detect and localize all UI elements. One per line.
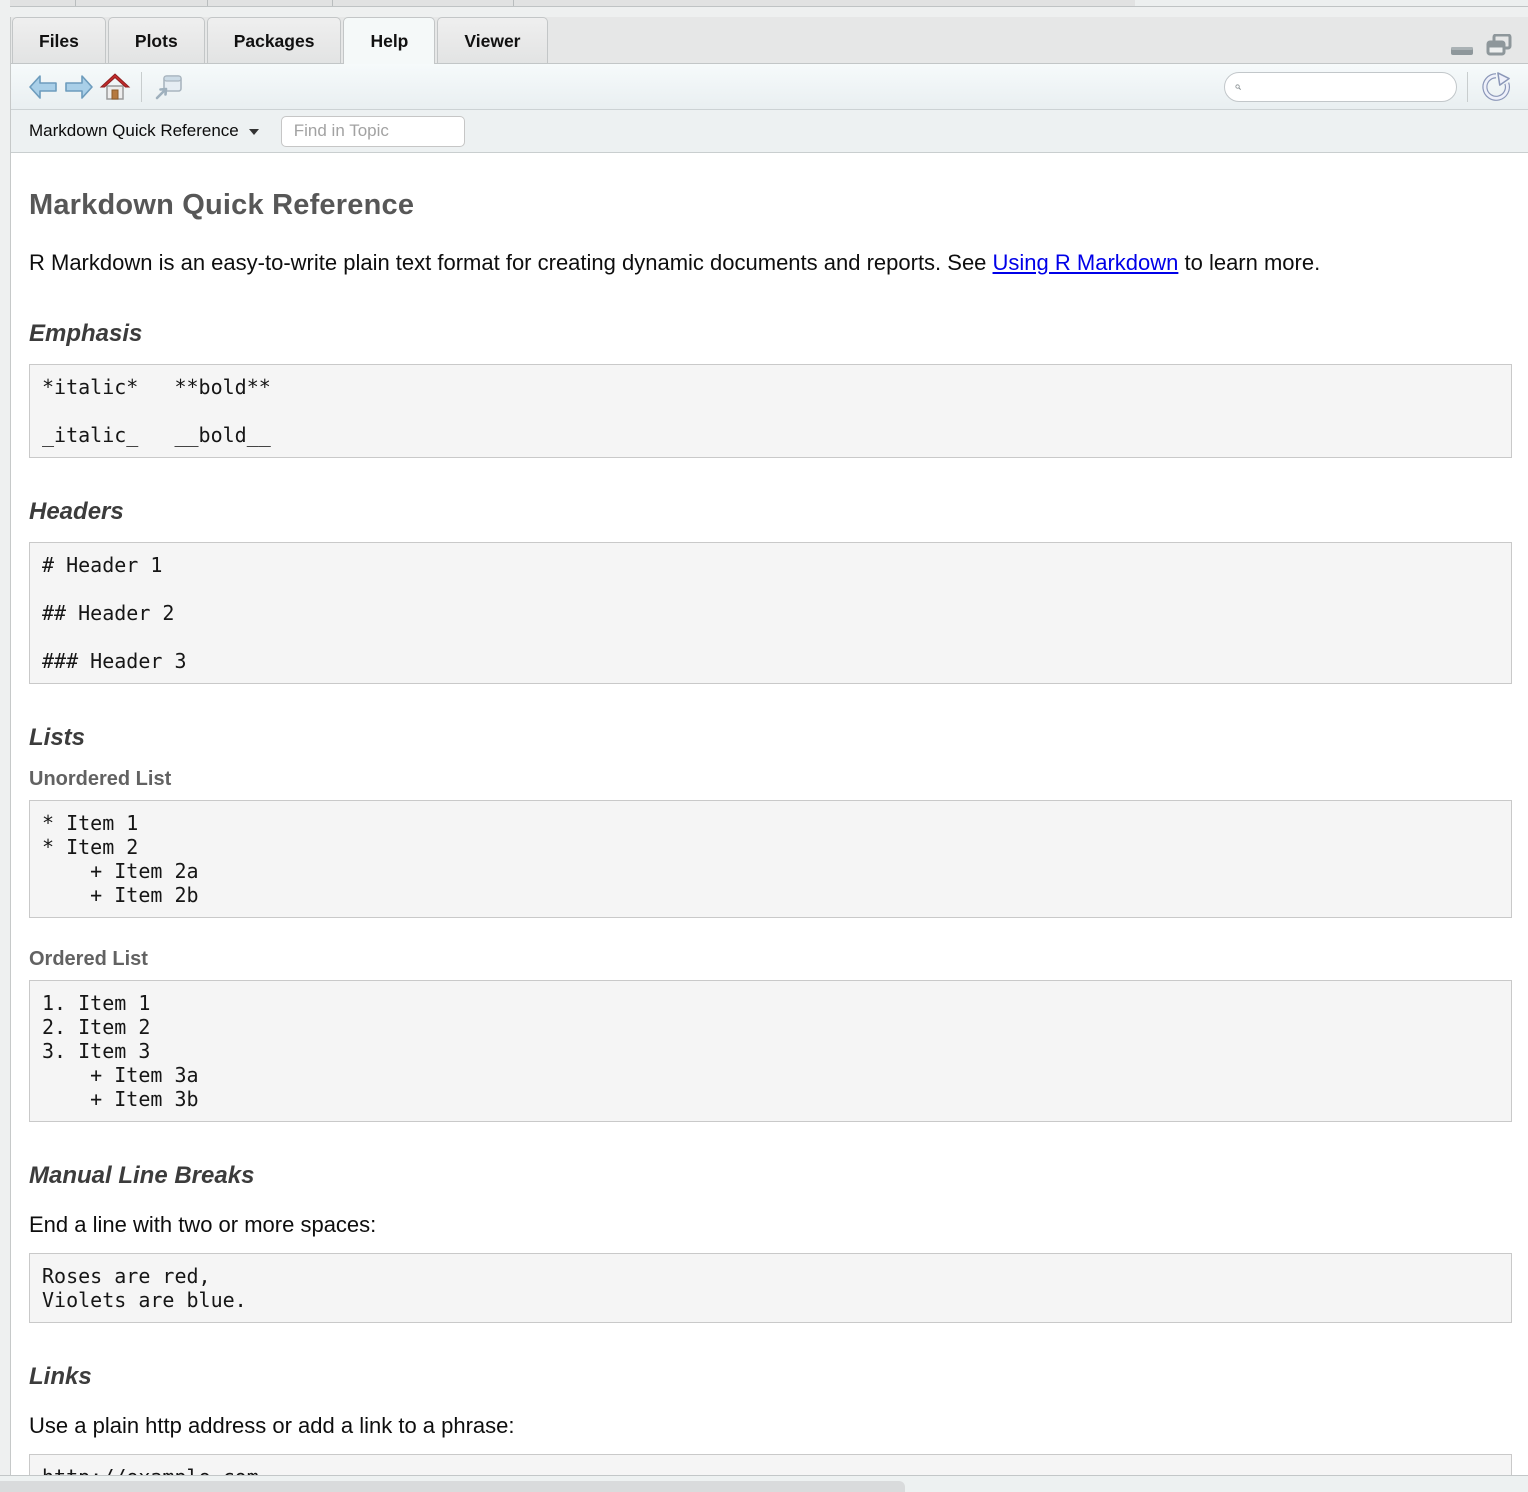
page-title: Markdown Quick Reference — [29, 189, 1512, 222]
toolbar-separator — [141, 72, 142, 102]
help-document: Markdown Quick Reference R Markdown is a… — [11, 153, 1528, 1475]
topic-bar: Markdown Quick Reference — [11, 110, 1528, 153]
forward-arrow-icon — [64, 74, 94, 100]
subheading-ordered-list: Ordered List — [29, 948, 1512, 971]
line-breaks-note: End a line with two or more spaces: — [29, 1212, 1512, 1238]
chevron-down-icon — [249, 129, 259, 135]
toolbar-separator — [1467, 72, 1468, 102]
tab-help-label: Help — [370, 31, 408, 52]
show-in-new-window-button[interactable] — [150, 70, 186, 104]
upper-tab-separator — [207, 0, 208, 6]
section-heading-lists: Lists — [29, 724, 1512, 752]
refresh-button[interactable] — [1478, 70, 1514, 104]
topic-dropdown-label: Markdown Quick Reference — [29, 121, 239, 141]
search-input[interactable] — [1247, 78, 1446, 95]
refresh-icon — [1481, 72, 1511, 102]
tab-packages-label: Packages — [234, 31, 315, 52]
upper-tab-separator — [513, 0, 514, 6]
help-toolbar — [11, 64, 1528, 110]
open-in-new-window-icon — [153, 73, 183, 101]
code-block-emphasis: *italic* **bold** _italic_ __bold__ — [29, 364, 1512, 458]
lower-pane-edge — [0, 1475, 1528, 1492]
maximize-pane-icon[interactable] — [1486, 34, 1512, 56]
back-arrow-icon — [28, 74, 58, 100]
home-button[interactable] — [97, 70, 133, 104]
lower-pane-edge-dark — [0, 1481, 905, 1492]
help-search-box[interactable] — [1224, 72, 1457, 102]
section-heading-emphasis: Emphasis — [29, 320, 1512, 348]
code-block-headers: # Header 1 ## Header 2 ### Header 3 — [29, 542, 1512, 684]
forward-button[interactable] — [61, 70, 97, 104]
tab-files[interactable]: Files — [12, 17, 106, 64]
upper-pane-edge-light — [1135, 0, 1528, 6]
tab-packages[interactable]: Packages — [207, 17, 342, 64]
section-heading-line-breaks: Manual Line Breaks — [29, 1162, 1512, 1190]
code-block-line-breaks: Roses are red, Violets are blue. — [29, 1253, 1512, 1323]
tab-plots[interactable]: Plots — [108, 17, 205, 64]
section-heading-links: Links — [29, 1363, 1512, 1391]
tab-plots-label: Plots — [135, 31, 178, 52]
intro-text-after: to learn more. — [1178, 250, 1320, 275]
tab-help[interactable]: Help — [343, 17, 435, 64]
code-block-unordered-list: * Item 1 * Item 2 + Item 2a + Item 2b — [29, 800, 1512, 918]
minimize-pane-icon[interactable] — [1450, 44, 1474, 56]
section-heading-headers: Headers — [29, 498, 1512, 526]
subheading-unordered-list: Unordered List — [29, 768, 1512, 791]
tab-viewer-label: Viewer — [464, 31, 520, 52]
code-block-links: http://example.com — [29, 1454, 1512, 1475]
home-icon — [99, 72, 131, 102]
search-icon — [1235, 78, 1241, 96]
help-pane: Files Plots Packages Help Viewer — [10, 17, 1528, 1475]
topic-dropdown[interactable]: Markdown Quick Reference — [29, 121, 259, 141]
using-r-markdown-link[interactable]: Using R Markdown — [993, 250, 1179, 275]
upper-tab-separator — [75, 0, 76, 6]
upper-pane-edge — [10, 0, 1528, 7]
intro-text-before: R Markdown is an easy-to-write plain tex… — [29, 250, 993, 275]
tab-files-label: Files — [39, 31, 79, 52]
intro-paragraph: R Markdown is an easy-to-write plain tex… — [29, 246, 1489, 280]
links-note: Use a plain http address or add a link t… — [29, 1413, 1512, 1439]
find-in-topic-input[interactable] — [281, 116, 465, 147]
pane-tab-bar: Files Plots Packages Help Viewer — [11, 17, 1528, 64]
upper-tab-separator — [332, 0, 333, 6]
back-button[interactable] — [25, 70, 61, 104]
code-block-ordered-list: 1. Item 1 2. Item 2 3. Item 3 + Item 3a … — [29, 980, 1512, 1122]
tab-viewer[interactable]: Viewer — [437, 17, 547, 64]
